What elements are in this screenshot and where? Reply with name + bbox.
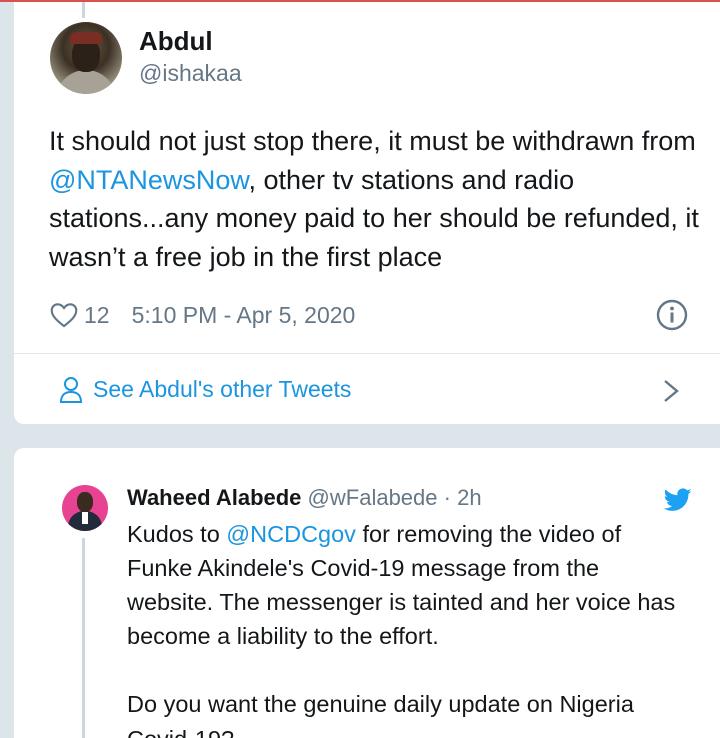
avatar[interactable] bbox=[50, 22, 122, 94]
tweet-paragraph: Do you want the genuine daily update on … bbox=[127, 691, 634, 717]
mention-link[interactable]: @NCDCgov bbox=[226, 521, 356, 547]
mention-link[interactable]: @NTANewsNow bbox=[49, 165, 248, 195]
author-name[interactable]: Abdul bbox=[139, 26, 213, 57]
timestamp[interactable]: 5:10 PM - Apr 5, 2020 bbox=[132, 302, 356, 329]
chevron-right-icon[interactable] bbox=[662, 378, 680, 404]
see-other-tweets-label[interactable]: See Abdul's other Tweets bbox=[93, 376, 351, 403]
author-handle[interactable]: @wFalabede bbox=[308, 485, 438, 510]
user-icon bbox=[59, 377, 83, 403]
separator: · bbox=[437, 485, 458, 510]
tweet-text: It should not just stop there, it must b… bbox=[49, 122, 699, 276]
tweet-text-part: It should not just stop there, it must b… bbox=[49, 126, 696, 156]
avatar[interactable] bbox=[62, 485, 108, 531]
tweet-text: Kudos to @NCDCgov for removing the video… bbox=[127, 517, 687, 721]
tweet-header: Waheed Alabede @wFalabede · 2h bbox=[127, 485, 482, 511]
author-name[interactable]: Waheed Alabede bbox=[127, 485, 301, 510]
thread-line bbox=[82, 2, 85, 18]
see-other-tweets-link[interactable]: See Abdul's other Tweets bbox=[14, 354, 720, 424]
tweet-meta: 12 5:10 PM - Apr 5, 2020 bbox=[50, 298, 355, 332]
author-handle[interactable]: @ishakaa bbox=[139, 60, 242, 87]
tweet-text-part: Kudos to bbox=[127, 521, 227, 547]
heart-icon[interactable] bbox=[50, 302, 78, 328]
info-icon[interactable] bbox=[656, 299, 688, 331]
tweet-age[interactable]: 2h bbox=[457, 485, 481, 510]
tweet-text-truncated: Covid-19? bbox=[127, 722, 234, 738]
thread-line bbox=[82, 538, 85, 738]
twitter-bird-icon[interactable] bbox=[664, 488, 692, 512]
like-count: 12 bbox=[84, 301, 110, 328]
